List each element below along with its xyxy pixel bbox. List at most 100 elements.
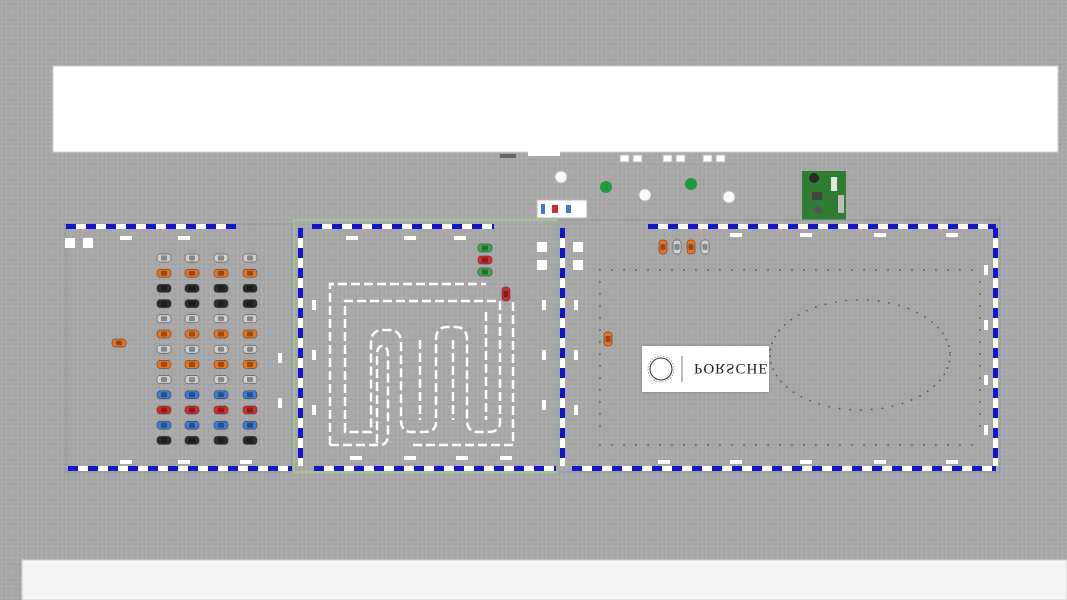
barrier-segment [108, 466, 118, 471]
barrier-segment [156, 224, 166, 229]
dot-marker [599, 305, 601, 307]
marker-post [312, 300, 316, 310]
dot-marker [959, 444, 961, 446]
dot-marker [881, 407, 884, 410]
dot-marker [979, 377, 981, 379]
barrier-segment [858, 224, 868, 229]
dot-marker [941, 332, 944, 335]
marker-sign [800, 233, 812, 237]
dot-marker [979, 281, 981, 283]
barrier-segment [168, 466, 178, 471]
dot-marker [803, 444, 805, 446]
dot-marker [959, 269, 961, 271]
barrier-segment [442, 224, 452, 229]
dot-marker [731, 269, 733, 271]
barrier-segment [688, 224, 698, 229]
car-window [189, 437, 195, 443]
marker-sign [946, 460, 958, 464]
dot-marker [611, 444, 613, 446]
barrier-segment [324, 466, 334, 471]
dot-marker [599, 444, 601, 446]
dot-marker [979, 293, 981, 295]
barrier-segment [888, 224, 898, 229]
barrier-segment [560, 328, 565, 338]
dot-marker [911, 444, 913, 446]
barrier-segment [364, 466, 374, 471]
marker-sign [456, 456, 468, 460]
dot-marker [910, 399, 913, 401]
barrier-segment [722, 466, 732, 471]
dot-marker [860, 409, 862, 411]
barrier-segment [993, 438, 998, 448]
dot-marker [599, 329, 601, 331]
dot-marker [774, 335, 777, 338]
dot-marker [979, 401, 981, 403]
dot-marker [887, 269, 889, 271]
marker-sign [658, 460, 670, 464]
barrier-segment [382, 224, 392, 229]
barrier-segment [354, 466, 364, 471]
car-window [503, 291, 509, 297]
car-window [161, 301, 167, 307]
marker-post [984, 375, 988, 385]
barrier-segment [942, 466, 952, 471]
car-window [688, 244, 694, 250]
dot-marker [935, 444, 937, 446]
dot-marker [769, 355, 771, 358]
marker-post [278, 398, 282, 408]
barrier-segment [808, 224, 818, 229]
barrier-segment [560, 388, 565, 398]
barrier-segment [404, 466, 414, 471]
dot-marker [743, 269, 745, 271]
dot-marker [926, 390, 929, 393]
car-window [161, 346, 167, 352]
dot-marker [599, 317, 601, 319]
barrier-segment [560, 308, 565, 318]
car-window [247, 407, 253, 413]
barrier-segment [560, 228, 565, 238]
marker-sign [120, 236, 132, 240]
barrier-segment [96, 224, 106, 229]
barrier-segment [993, 308, 998, 318]
dot-marker [707, 269, 709, 271]
barrier-segment [560, 358, 565, 368]
car-window [218, 270, 224, 276]
marker-post [574, 405, 578, 415]
barrier-segment [298, 418, 303, 428]
dot-marker [824, 303, 827, 306]
barrier-segment [524, 466, 534, 471]
dot-marker [800, 395, 803, 398]
car-window [660, 244, 666, 250]
dot-marker [818, 403, 821, 405]
barrier-segment [554, 466, 556, 471]
barrier-segment [612, 466, 622, 471]
car-window [247, 361, 253, 367]
car-window [247, 270, 253, 276]
dot-marker [839, 444, 841, 446]
marker-post [312, 350, 316, 360]
barrier-segment [298, 358, 303, 368]
barrier-segment [698, 224, 708, 229]
barrier-segment [882, 466, 892, 471]
dot-marker [815, 444, 817, 446]
barrier-segment [788, 224, 798, 229]
barrier-segment [818, 224, 828, 229]
dot-marker [931, 321, 933, 323]
barrier-segment [474, 466, 484, 471]
marker-sign [120, 460, 132, 464]
barrier-segment [412, 224, 422, 229]
dot-marker [767, 444, 769, 446]
dot-marker [599, 377, 601, 379]
barrier-segment [838, 224, 848, 229]
car-window [218, 437, 224, 443]
barrier-segment [622, 466, 632, 471]
dot-marker [611, 269, 613, 271]
info-booth [536, 199, 588, 219]
dot-marker [599, 389, 601, 391]
dot-marker [947, 345, 950, 347]
dot-marker [935, 269, 937, 271]
barrier-segment [76, 224, 86, 229]
barrier-segment [993, 248, 998, 258]
dot-marker [916, 311, 919, 314]
barrier-segment [560, 348, 565, 358]
